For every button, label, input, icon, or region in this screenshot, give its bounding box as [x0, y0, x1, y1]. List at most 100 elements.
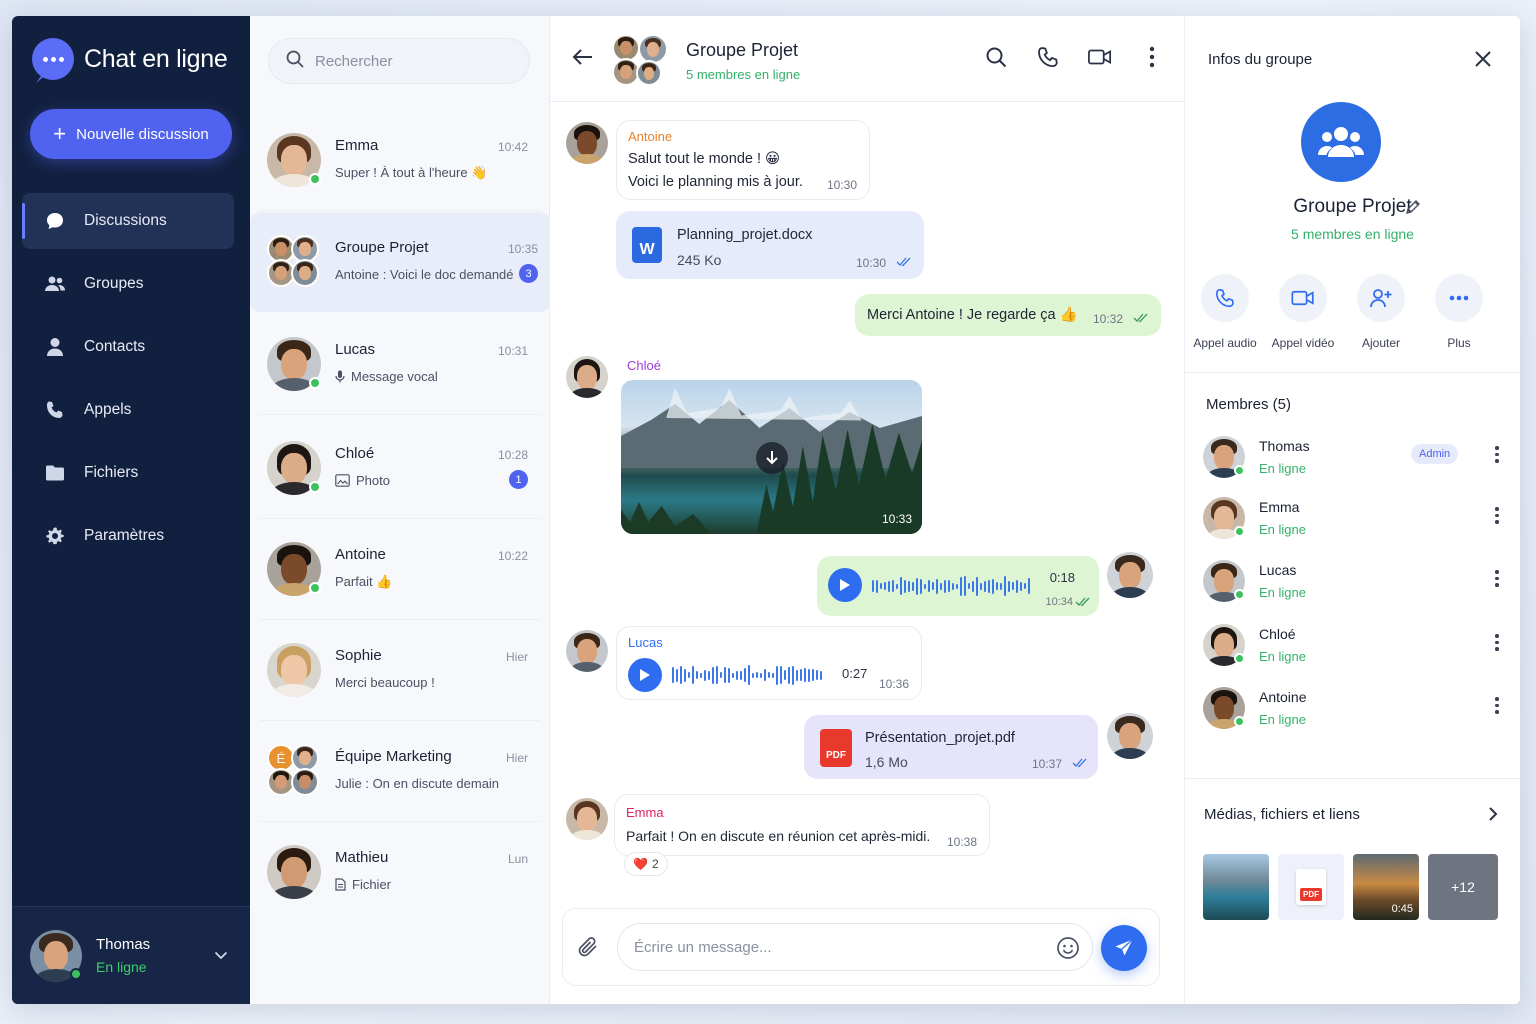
member-row[interactable]: Emma En ligne — [1203, 493, 1503, 543]
more-vertical-icon[interactable] — [1491, 634, 1503, 651]
member-row[interactable]: Antoine En ligne — [1203, 683, 1503, 733]
conversation-preview-row: Message vocal — [335, 369, 438, 384]
play-button[interactable] — [828, 568, 862, 602]
message-input-wrapper[interactable] — [617, 923, 1093, 971]
file-message-outgoing[interactable]: PDF Présentation_projet.pdf 1,6 Mo 10:37 — [804, 715, 1098, 779]
folder-icon — [44, 462, 66, 484]
nav-item-calls[interactable]: Appels — [22, 382, 234, 438]
waveform-bar — [1004, 576, 1006, 596]
conversation-name: Antoine — [335, 546, 386, 563]
close-icon[interactable] — [1474, 50, 1492, 73]
paperclip-icon[interactable] — [577, 935, 599, 964]
waveform-bar — [784, 670, 786, 680]
pencil-icon[interactable] — [1405, 199, 1421, 220]
waveform-bar — [880, 583, 882, 589]
avatar-image — [267, 845, 321, 899]
back-arrow-icon[interactable] — [572, 48, 594, 71]
video-call-button[interactable]: Appel vidéo — [1272, 274, 1334, 350]
conversation-item-chloe[interactable]: Chloé 10:28 Photo 1 — [260, 418, 540, 519]
conversation-item-mathieu[interactable]: Mathieu Lun Fichier — [260, 822, 540, 922]
more-vertical-icon[interactable] — [1140, 46, 1164, 68]
group-status: 5 membres en ligne — [1291, 226, 1414, 242]
current-user-card[interactable]: Thomas En ligne — [12, 906, 250, 1004]
conversation-item-antoine[interactable]: Antoine 10:22 Parfait 👍 — [260, 519, 540, 620]
waveform-bar — [912, 581, 914, 591]
chevron-down-icon[interactable] — [214, 947, 228, 965]
avatar — [267, 643, 321, 697]
send-button[interactable] — [1101, 925, 1147, 971]
member-row[interactable]: Lucas En ligne — [1203, 556, 1503, 606]
media-section-title[interactable]: Médias, fichiers et liens — [1204, 806, 1360, 823]
nav-item-groups[interactable]: Groupes — [22, 256, 234, 312]
nav-item-settings[interactable]: Paramètres — [22, 508, 234, 564]
conversation-time: Hier — [505, 751, 528, 765]
audio-call-button[interactable]: Appel audio — [1193, 274, 1257, 350]
chat-bubble-icon — [44, 210, 66, 232]
search-box[interactable] — [268, 38, 530, 84]
media-more-button[interactable]: +12 — [1428, 854, 1498, 920]
play-button[interactable] — [628, 658, 662, 692]
conversation-item-lucas[interactable]: Lucas 10:31 Message vocal — [260, 314, 540, 415]
reaction-chip[interactable]: ❤️ 2 — [624, 852, 668, 876]
video-camera-icon[interactable] — [1088, 48, 1112, 66]
avatar — [1107, 552, 1153, 598]
conversation-name: Sophie — [335, 647, 382, 664]
waveform-bar — [704, 669, 706, 681]
add-member-button[interactable]: Ajouter — [1355, 274, 1407, 350]
waveform-bar — [808, 668, 810, 682]
member-row[interactable]: Chloé En ligne — [1203, 620, 1503, 670]
nav-label: Appels — [84, 401, 132, 418]
new-chat-button[interactable]: + Nouvelle discussion — [30, 109, 232, 159]
message-composer — [562, 908, 1160, 986]
app-window: Chat en ligne + Nouvelle discussion Disc… — [12, 16, 1520, 1004]
waveform-bar — [908, 580, 910, 592]
media-thumbnail-video[interactable]: 0:45 — [1353, 854, 1419, 920]
avatar-image — [291, 259, 319, 287]
file-message[interactable]: W Planning_projet.docx 245 Ko 10:30 — [616, 211, 924, 279]
waveform-bar — [916, 577, 918, 595]
brand: Chat en ligne — [32, 38, 228, 80]
media-thumbnail-image[interactable] — [1203, 854, 1269, 920]
unread-badge: 3 — [519, 264, 538, 283]
message-time: 10:36 — [878, 677, 909, 691]
conversation-time: 10:22 — [497, 549, 528, 563]
message-bubble: Emma Parfait ! On en discute en réunion … — [614, 794, 990, 856]
media-thumbnail-pdf[interactable]: PDF — [1278, 854, 1344, 920]
conversation-item-groupe-projet[interactable]: Groupe Projet 10:35 Antoine : Voici le d… — [250, 212, 550, 312]
phone-icon[interactable] — [1036, 46, 1060, 68]
avatar-image — [636, 60, 662, 86]
message-input[interactable] — [634, 938, 1034, 956]
nav-item-contacts[interactable]: Contacts — [22, 319, 234, 375]
conversation-item-sophie[interactable]: Sophie Hier Merci beaucoup ! — [260, 620, 540, 721]
waveform-bar — [896, 583, 898, 589]
search-input[interactable] — [315, 52, 515, 70]
waveform-bar — [976, 576, 978, 596]
more-vertical-icon[interactable] — [1491, 507, 1503, 524]
waveform-bar — [1012, 582, 1014, 590]
heart-icon: ❤️ — [633, 857, 648, 871]
waveform-bar — [964, 576, 966, 596]
more-vertical-icon[interactable] — [1491, 570, 1503, 587]
waveform-bar — [820, 670, 822, 680]
member-row[interactable]: Thomas En ligne Admin — [1203, 432, 1503, 482]
conversation-item-equipe-marketing[interactable]: É Équipe Marketing Hier Julie : On en di… — [260, 721, 540, 822]
audio-waveform[interactable] — [872, 575, 1030, 597]
waveform-bar — [960, 576, 962, 596]
emoji-icon[interactable] — [1056, 936, 1080, 965]
audio-waveform[interactable] — [672, 664, 822, 686]
download-icon[interactable] — [756, 442, 788, 474]
more-button[interactable]: Plus — [1433, 274, 1485, 350]
waveform-bar — [812, 669, 814, 681]
waveform-bar — [740, 670, 742, 680]
more-vertical-icon[interactable] — [1491, 446, 1503, 463]
search-icon[interactable] — [984, 46, 1008, 68]
photo-message[interactable]: 10:33 — [621, 380, 922, 534]
more-vertical-icon[interactable] — [1491, 697, 1503, 714]
chevron-right-icon[interactable] — [1488, 806, 1498, 827]
message-bubble: Antoine Salut tout le monde ! 😀 Voici le… — [616, 120, 870, 200]
nav-item-discussions[interactable]: Discussions — [22, 193, 234, 249]
conversation-item-emma[interactable]: Emma 10:42 Super ! À tout à l'heure 👋 — [260, 110, 540, 211]
group-avatar — [267, 235, 321, 289]
conversation-name: Équipe Marketing — [335, 748, 452, 765]
nav-item-files[interactable]: Fichiers — [22, 445, 234, 501]
